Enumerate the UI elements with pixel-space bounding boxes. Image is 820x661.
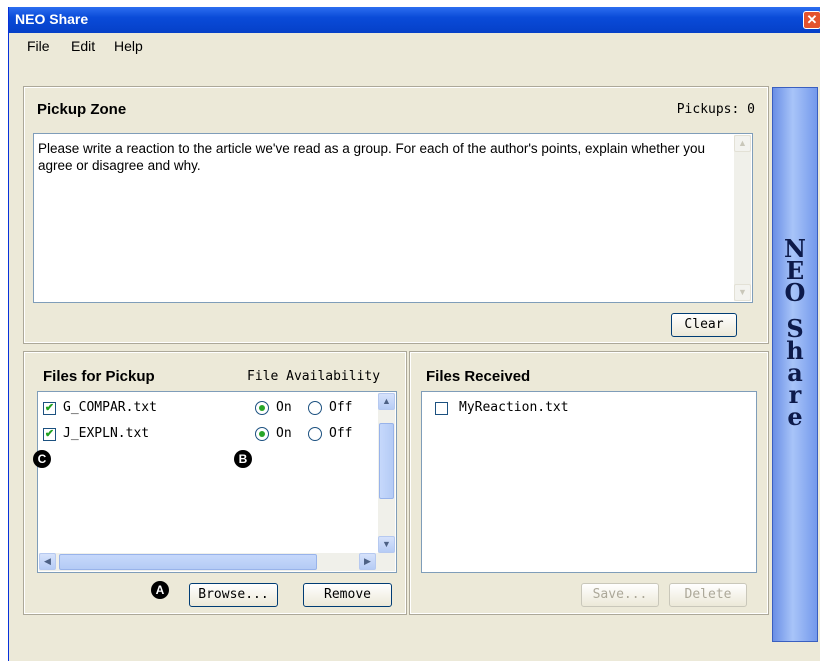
received-file-list[interactable]: MyReaction.txt bbox=[421, 391, 757, 573]
pickup-message-text: Please write a reaction to the article w… bbox=[38, 141, 706, 173]
files-received-title: Files Received bbox=[426, 368, 531, 385]
scroll-up-icon[interactable]: ▲ bbox=[378, 393, 395, 410]
scroll-down-icon[interactable]: ▼ bbox=[734, 284, 751, 301]
availability-on-radio[interactable] bbox=[255, 427, 269, 441]
pickup-message-box[interactable]: Please write a reaction to the article w… bbox=[33, 133, 753, 303]
file-availability-header: File Availability bbox=[247, 369, 381, 384]
remove-button[interactable]: Remove bbox=[303, 583, 392, 607]
file-checkbox[interactable] bbox=[435, 402, 448, 415]
sidebar-logo: NEO Share bbox=[773, 234, 817, 431]
scroll-thumb[interactable] bbox=[59, 554, 317, 570]
sidebar-word-neo: NEO bbox=[784, 234, 806, 307]
callout-c: C bbox=[33, 450, 51, 468]
scroll-up-icon[interactable]: ▲ bbox=[734, 135, 751, 152]
file-checkbox[interactable]: ✔ bbox=[43, 402, 56, 415]
availability-on-radio[interactable] bbox=[255, 401, 269, 415]
scroll-right-icon[interactable]: ▶ bbox=[359, 553, 376, 570]
save-button[interactable]: Save... bbox=[581, 583, 659, 607]
status-bar bbox=[9, 643, 820, 661]
pickup-file-list[interactable]: ✔ G_COMPAR.txt On Off ✔ J_EXPLN.txt On O… bbox=[37, 391, 397, 573]
scroll-thumb[interactable] bbox=[379, 423, 394, 499]
on-label: On bbox=[276, 426, 292, 441]
off-label: Off bbox=[329, 426, 353, 441]
file-name: J_EXPLN.txt bbox=[63, 426, 150, 441]
menu-file[interactable]: File bbox=[27, 38, 50, 54]
clear-button[interactable]: Clear bbox=[671, 313, 737, 337]
app-window: NEO Share ✕ File Edit Help Pickup Zone P… bbox=[8, 7, 820, 661]
menu-edit[interactable]: Edit bbox=[71, 38, 95, 54]
browse-button[interactable]: Browse... bbox=[189, 583, 278, 607]
files-received-panel: Files Received MyReaction.txt Save... De… bbox=[409, 351, 769, 615]
file-name: MyReaction.txt bbox=[459, 400, 569, 415]
menu-bar: File Edit Help bbox=[9, 33, 820, 57]
availability-off-radio[interactable] bbox=[308, 427, 322, 441]
on-label: On bbox=[276, 400, 292, 415]
menu-help[interactable]: Help bbox=[114, 38, 143, 54]
file-list-hscrollbar[interactable]: ◀ ▶ bbox=[39, 553, 395, 571]
files-for-pickup-panel: Files for Pickup File Availability ✔ G_C… bbox=[23, 351, 407, 615]
availability-off-radio[interactable] bbox=[308, 401, 322, 415]
pickup-message-scrollbar[interactable]: ▲ ▼ bbox=[734, 135, 751, 301]
callout-a: A bbox=[151, 581, 169, 599]
pickup-zone-title: Pickup Zone bbox=[37, 101, 127, 118]
pickup-zone-panel: Pickup Zone Pickups: 0 Please write a re… bbox=[23, 86, 769, 344]
window-title: NEO Share bbox=[15, 11, 89, 27]
file-list-vscrollbar[interactable]: ▲ ▼ bbox=[378, 393, 395, 553]
pickups-count: Pickups: 0 bbox=[676, 102, 755, 117]
sidebar-word-share: Share bbox=[786, 314, 804, 431]
off-label: Off bbox=[329, 400, 353, 415]
delete-button[interactable]: Delete bbox=[669, 583, 747, 607]
files-for-pickup-title: Files for Pickup bbox=[43, 368, 155, 385]
file-checkbox[interactable]: ✔ bbox=[43, 428, 56, 441]
scroll-down-icon[interactable]: ▼ bbox=[378, 536, 395, 553]
file-name: G_COMPAR.txt bbox=[63, 400, 157, 415]
scroll-left-icon[interactable]: ◀ bbox=[39, 553, 56, 570]
close-button[interactable]: ✕ bbox=[803, 11, 820, 29]
callout-b: B bbox=[234, 450, 252, 468]
title-bar[interactable]: NEO Share ✕ bbox=[9, 7, 820, 33]
neo-share-sidebar: NEO Share bbox=[772, 87, 818, 642]
